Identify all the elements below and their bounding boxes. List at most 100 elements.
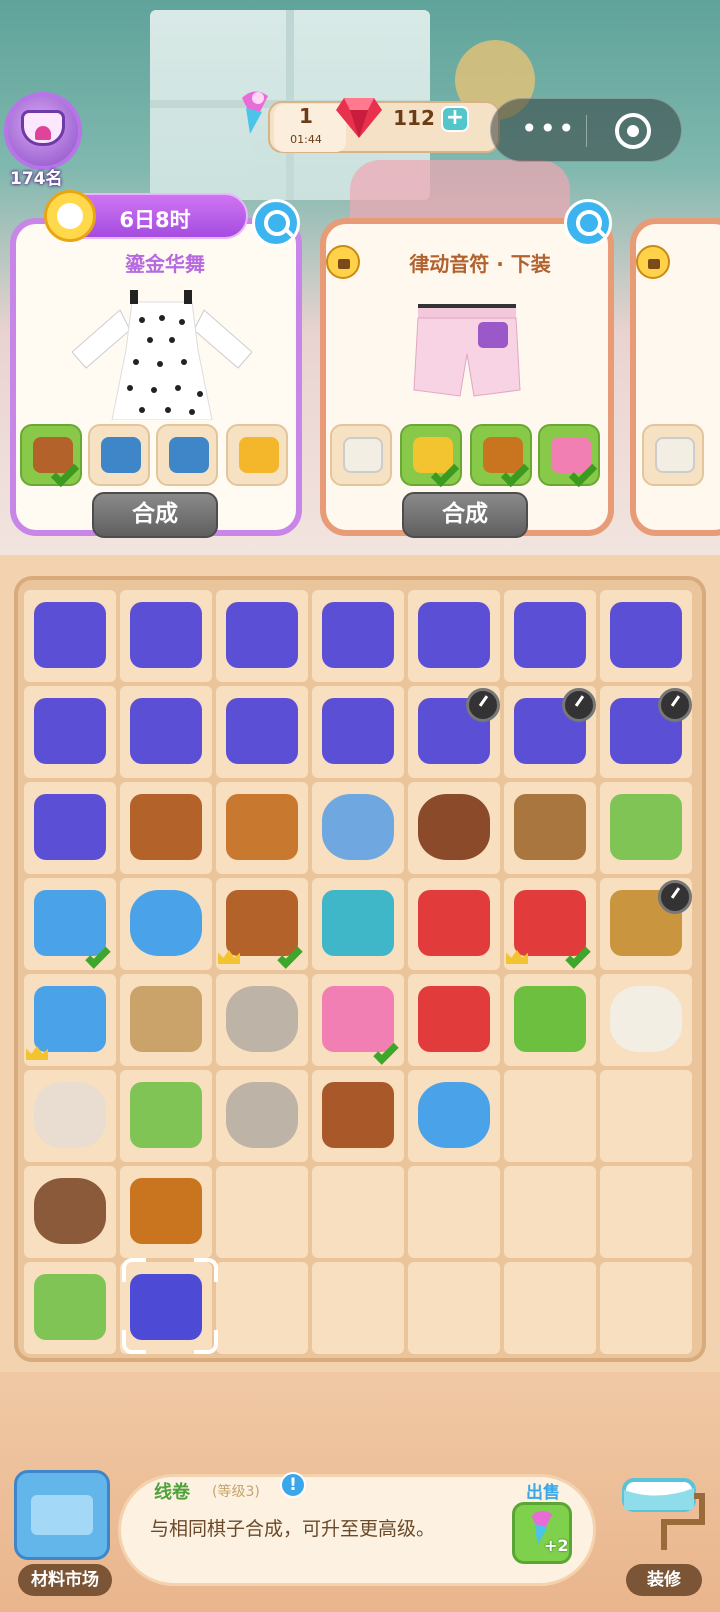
board-cell[interactable] [600,1070,692,1162]
item-description: 与相同棋子合成，可升至更高级。 [150,1518,436,1540]
req-fabric-stack[interactable] [156,424,218,486]
board-cell[interactable] [120,974,212,1066]
req-cloth-roll[interactable] [330,424,392,486]
stone-bucket-icon [130,890,202,956]
req-leather-bag[interactable] [20,424,82,488]
board-cell[interactable] [408,974,500,1066]
board-cell[interactable] [24,782,116,874]
craft-button-2[interactable]: 合成 [402,492,528,538]
board-cell[interactable] [120,878,212,970]
board-cell[interactable] [600,782,692,874]
paint-roller-icon[interactable] [618,1470,706,1560]
board-cell[interactable] [24,590,116,682]
board-cell[interactable] [408,686,500,778]
player-avatar[interactable] [4,92,82,170]
board-cell[interactable] [408,590,500,682]
req-gold-machine[interactable] [226,424,288,486]
board-cell[interactable] [312,974,404,1066]
req-wood-logs[interactable] [470,424,532,488]
board-cell[interactable] [216,590,308,682]
board-cell[interactable] [216,1262,308,1354]
sewing-box-icon [226,698,298,764]
board-cell[interactable] [504,1070,596,1162]
board-cell[interactable] [120,686,212,778]
sprout-box-icon [130,986,202,1052]
board-cell[interactable] [312,1262,404,1354]
fabric-stack-icon [169,437,209,473]
board-cell[interactable] [600,1166,692,1258]
energy-timer: 01:44 [290,133,322,146]
add-gems-button[interactable]: + [441,106,469,132]
board-cell[interactable] [312,686,404,778]
cooldown-gauge-icon [562,688,596,722]
stone-cart-icon [322,794,394,860]
req-fabric-stack[interactable] [88,424,150,486]
board-cell[interactable] [408,1166,500,1258]
board-cell[interactable] [600,1262,692,1354]
board-cell[interactable] [504,590,596,682]
search-icon[interactable] [564,199,612,247]
board-cell[interactable] [312,878,404,970]
board-cell[interactable] [408,878,500,970]
info-icon[interactable]: ! [280,1472,306,1498]
board-cell[interactable] [408,782,500,874]
board-cell[interactable] [24,1070,116,1162]
board-cell[interactable] [24,1166,116,1258]
board-cell[interactable] [120,1070,212,1162]
board-cell[interactable] [312,590,404,682]
req-mixer[interactable] [538,424,600,488]
sewing-box-icon [514,602,586,668]
board-cell[interactable] [504,1262,596,1354]
req-cloth-roll[interactable] [642,424,704,486]
close-target-icon[interactable] [615,113,651,149]
material-market-button[interactable] [14,1470,110,1560]
board-cell[interactable] [600,590,692,682]
board-cell[interactable] [120,782,212,874]
gem-value: 112 [393,106,435,130]
board-cell[interactable] [408,1070,500,1162]
board-cell[interactable] [24,974,116,1066]
board-cell[interactable] [24,878,116,970]
search-icon[interactable] [252,199,300,247]
fabric-stack-icon [101,437,141,473]
board-cell[interactable] [504,1166,596,1258]
board-cell[interactable] [216,686,308,778]
order-title-2: 律动音符 · 下装 [409,252,551,276]
material-market-label[interactable]: 材料市场 [18,1564,112,1596]
board-cell[interactable] [216,1166,308,1258]
cotton-ball-icon [610,986,682,1052]
more-icon[interactable]: ••• [521,112,577,145]
cotton-crate-icon [418,794,490,860]
board-cell[interactable] [312,1070,404,1162]
board-cell[interactable] [504,782,596,874]
board-cell[interactable] [504,686,596,778]
board-cell[interactable] [312,782,404,874]
cloth-roll-basket-icon [514,794,586,860]
decorate-label[interactable]: 装修 [626,1564,702,1596]
capsule-divider [586,115,587,147]
board-cell[interactable] [24,1262,116,1354]
board-cell[interactable] [504,974,596,1066]
req-gold-bar[interactable] [400,424,462,488]
board-cell[interactable] [120,1166,212,1258]
board-cell[interactable] [216,1070,308,1162]
board-cell[interactable] [120,590,212,682]
board-cell[interactable] [600,974,692,1066]
sewing-box-icon [322,698,394,764]
craft-button-1[interactable]: 合成 [92,492,218,538]
board-cell[interactable] [216,974,308,1066]
board-cell[interactable] [312,1166,404,1258]
wood-log-box-icon [514,890,586,956]
board-cell[interactable] [216,878,308,970]
board-cell[interactable] [408,1262,500,1354]
sewing-box-icon [130,602,202,668]
sewing-box-icon [34,698,106,764]
heart-icon [35,126,51,140]
board-cell[interactable] [600,686,692,778]
board-cell[interactable] [216,782,308,874]
board-cell[interactable] [504,878,596,970]
sewing-box-icon [130,698,202,764]
board-cell[interactable] [24,686,116,778]
stones-icon [226,1082,298,1148]
board-cell[interactable] [600,878,692,970]
